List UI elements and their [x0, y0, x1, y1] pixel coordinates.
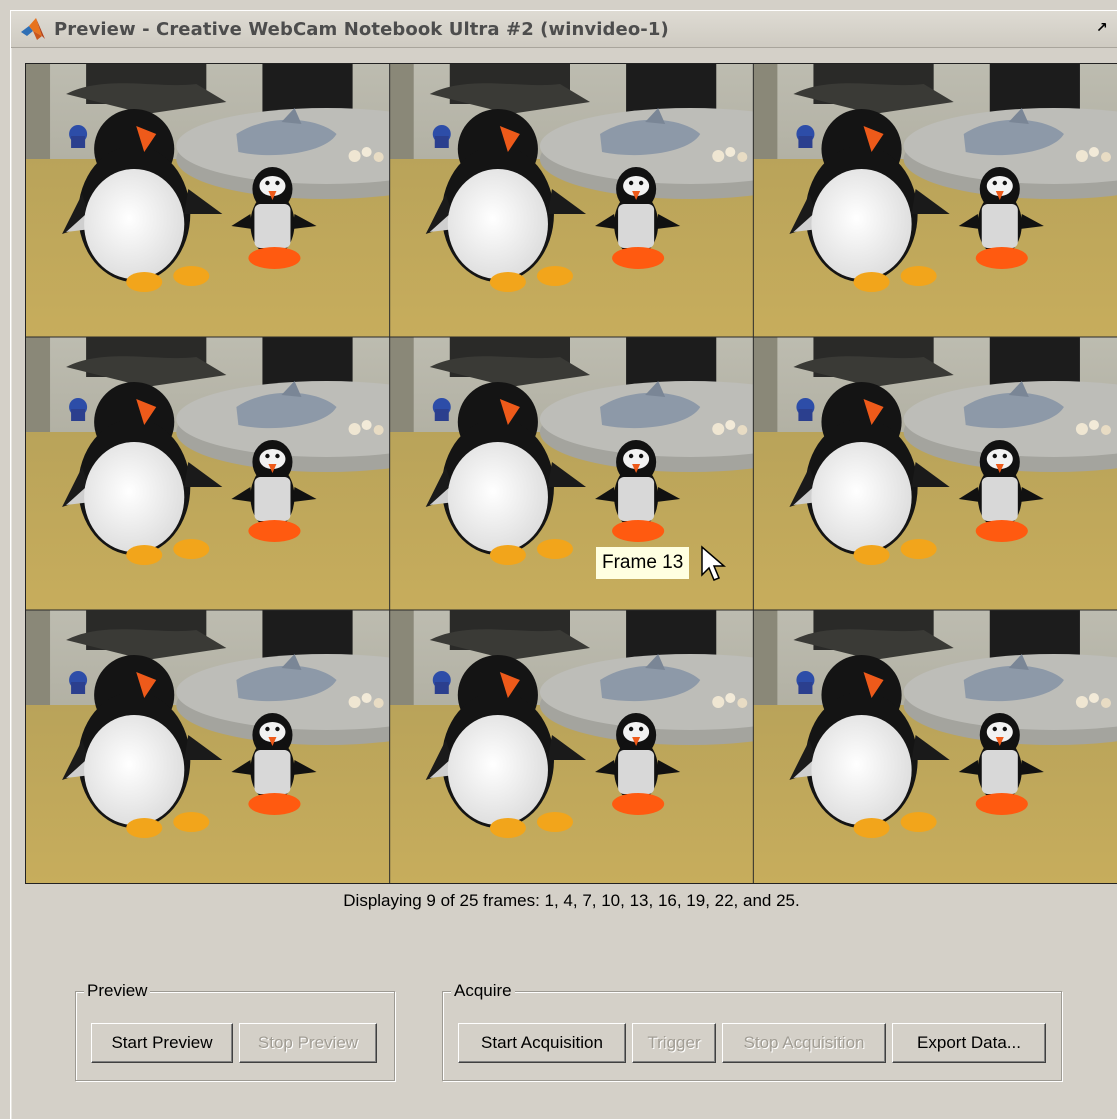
frame-tooltip: Frame 13 [596, 547, 690, 579]
frames-status-text: Displaying 9 of 25 frames: 1, 4, 7, 10, … [343, 891, 800, 910]
preview-window: Preview - Creative WebCam Notebook Ultra… [10, 10, 1117, 1119]
stop-acquisition-button[interactable]: Stop Acquisition [722, 1023, 886, 1063]
preview-group-label: Preview [84, 981, 151, 1001]
mouse-pointer-icon [701, 545, 726, 581]
matlab-logo-icon [21, 18, 45, 40]
title-bar[interactable]: Preview - Creative WebCam Notebook Ultra… [11, 11, 1117, 48]
frame-grid [25, 63, 1117, 884]
export-data-button[interactable]: Export Data... [892, 1023, 1046, 1063]
restore-arrow-icon[interactable]: ↗ [1096, 21, 1110, 35]
start-preview-button[interactable]: Start Preview [91, 1023, 233, 1063]
acquire-group: Acquire Start Acquisition Trigger Stop A… [442, 981, 1062, 1081]
acquire-group-label: Acquire [451, 981, 515, 1001]
frame-thumbnail[interactable] [753, 64, 1117, 337]
trigger-button[interactable]: Trigger [632, 1023, 716, 1063]
frame-thumbnail[interactable] [753, 337, 1117, 610]
preview-group: Preview Start Preview Stop Preview [75, 981, 395, 1081]
stop-preview-button[interactable]: Stop Preview [239, 1023, 377, 1063]
frame-thumbnail[interactable] [753, 610, 1117, 883]
window-title: Preview - Creative WebCam Notebook Ultra… [54, 18, 669, 40]
start-acquisition-button[interactable]: Start Acquisition [458, 1023, 626, 1063]
